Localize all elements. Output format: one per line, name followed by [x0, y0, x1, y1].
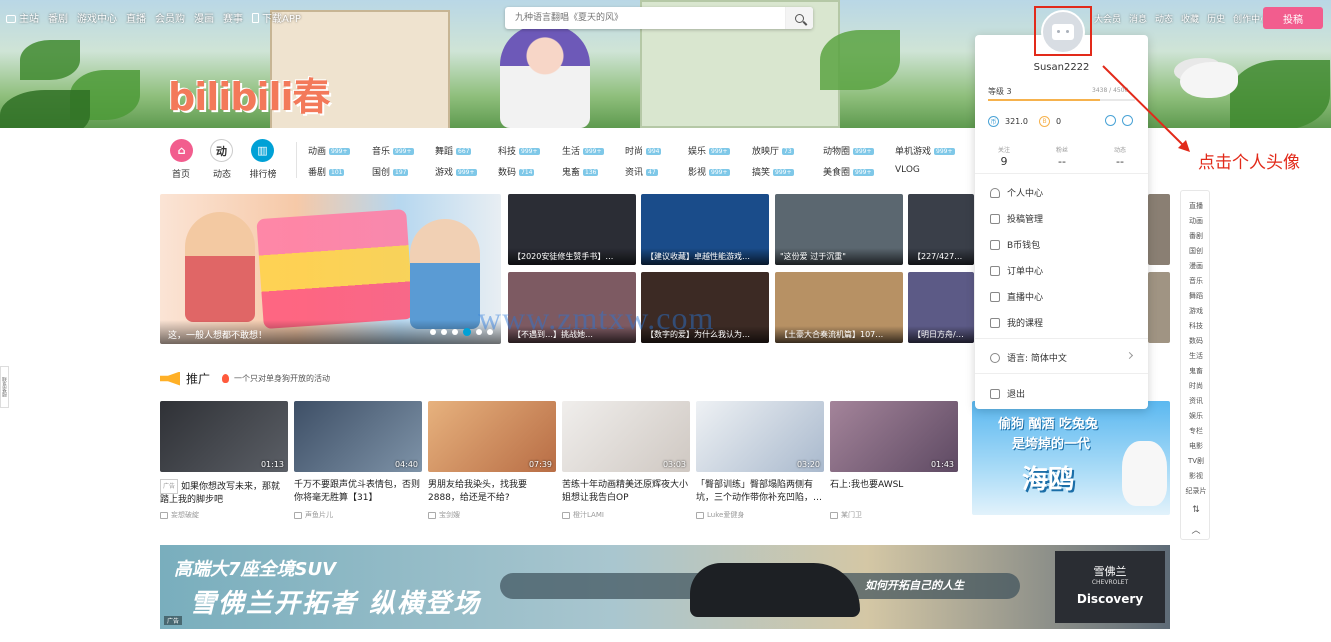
customer-service-tab[interactable]: 联系客服: [0, 366, 9, 408]
annotation-text: 点击个人头像: [1198, 153, 1300, 173]
watermark: www.zmtxw.com: [478, 300, 715, 336]
